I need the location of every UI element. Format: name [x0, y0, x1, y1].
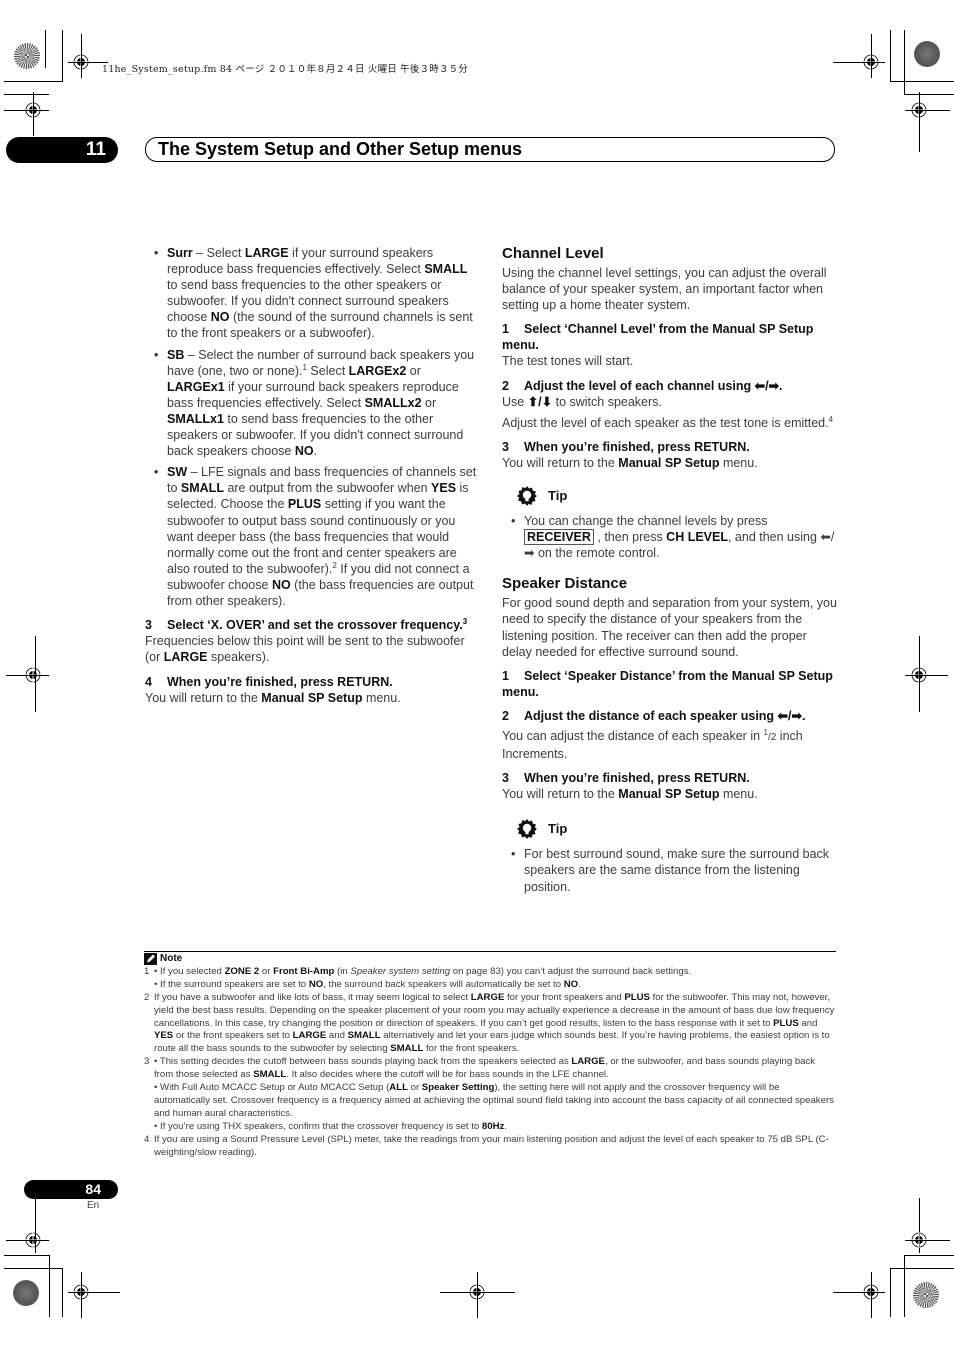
- crop-line: [33, 92, 34, 136]
- step-body: You will return to the Manual SP Setup m…: [145, 691, 401, 706]
- tip-item: You can change the channel levels by pre…: [502, 513, 838, 561]
- section-heading-channel-level: Channel Level: [502, 245, 604, 262]
- section-intro: For good sound depth and separation from…: [502, 596, 837, 659]
- lightbulb-gear-icon: [517, 486, 537, 507]
- tip-list: For best surround sound, make sure the s…: [502, 846, 838, 894]
- color-bar-starburst-icon: [913, 1282, 939, 1308]
- color-bar-starburst-icon: [14, 43, 40, 69]
- crop-line: [890, 1268, 954, 1269]
- crop-line: [833, 62, 885, 63]
- bullet-surr: Surr – Select LARGE if your surround spe…: [145, 245, 481, 342]
- crop-line: [904, 1255, 954, 1256]
- footnote-3: 3 • This setting decides the cutoff betw…: [144, 1056, 834, 1132]
- step-heading: 3 When you’re finished, press RETURN.: [502, 771, 750, 786]
- crop-line: [62, 30, 63, 82]
- chapter-number-tab: 11: [6, 137, 118, 163]
- crop-line: [6, 1240, 49, 1241]
- crop-line: [4, 1268, 63, 1269]
- footnote-4: 4 If you are using a Sound Pressure Leve…: [144, 1133, 829, 1158]
- step-body: You will return to the Manual SP Setup m…: [502, 787, 758, 802]
- step-body: Adjust the level of each speaker as the …: [502, 414, 834, 430]
- crop-line: [81, 34, 82, 78]
- receiver-key-label: RECEIVER: [524, 529, 594, 546]
- footnote-ref: 3: [462, 616, 468, 626]
- bullet-sb: SB – Select the number of surround back …: [145, 347, 481, 460]
- crop-line: [905, 675, 948, 676]
- crop-line: [45, 30, 46, 68]
- step-body: The test tones will start.: [502, 354, 634, 369]
- step-heading: 1 Select ‘Speaker Distance’ from the Manu…: [502, 668, 833, 699]
- page-number-tab: 84: [24, 1180, 118, 1199]
- tip-item: For best surround sound, make sure the s…: [502, 846, 838, 894]
- crop-line: [904, 30, 905, 95]
- tip-heading: Tip: [516, 818, 838, 840]
- crop-line: [919, 636, 920, 712]
- crop-line: [919, 92, 920, 152]
- note-heading: Note: [144, 953, 836, 966]
- crop-line: [905, 110, 950, 111]
- crop-line: [4, 81, 63, 82]
- footnote-ref: 4: [828, 414, 834, 424]
- crop-line: [871, 1272, 872, 1318]
- section-intro: Using the channel level settings, you ca…: [502, 266, 827, 313]
- step-body: You will return to the Manual SP Setup m…: [502, 455, 758, 470]
- step-body: Frequencies below this point will be sen…: [145, 634, 465, 665]
- step-heading: 1 Select ‘Channel Level’ from the Manual …: [502, 322, 814, 353]
- crop-line: [904, 1255, 905, 1317]
- crop-line: [905, 1240, 950, 1241]
- crop-line: [49, 1255, 50, 1317]
- crop-line: [62, 1268, 63, 1317]
- crop-line: [890, 1268, 891, 1317]
- tip-heading: Tip: [516, 485, 838, 507]
- crop-line: [4, 1255, 49, 1256]
- crop-line: [35, 636, 36, 712]
- color-bar-dot-icon: [914, 41, 940, 67]
- step-heading: 2 Adjust the distance of each speaker usi…: [502, 708, 806, 723]
- page-language: En: [87, 1200, 100, 1211]
- notes-divider: [144, 951, 836, 952]
- step-heading: 3 Select ‘X. OVER’ and set the crossover …: [145, 616, 468, 633]
- crop-line: [81, 1272, 82, 1318]
- crop-line: [890, 30, 891, 82]
- crop-line: [871, 34, 872, 78]
- footnote-1: 1 • If you selected ZONE 2 or Front Bi-A…: [144, 965, 692, 990]
- crop-line: [890, 81, 954, 82]
- right-column: Channel Level Using the channel level se…: [502, 245, 838, 900]
- crop-line: [904, 94, 954, 95]
- up-down-arrow-icon: ⬆/⬇: [527, 394, 553, 409]
- footnote-2: 2 If you have a subwoofer and like lots …: [144, 991, 835, 1055]
- speaker-bullet-list: Surr – Select LARGE if your surround spe…: [145, 245, 481, 609]
- crop-line: [477, 1272, 478, 1318]
- chapter-title: The System Setup and Other Setup menus: [145, 137, 835, 162]
- step-heading: 4 When you’re finished, press RETURN.: [145, 675, 393, 690]
- notes-section: Note 1 • If you selected ZONE 2 or Front…: [144, 953, 836, 1160]
- file-meta-line: 11he_System_setup.fm 84 ページ ２０１０年８月２４日 火…: [102, 64, 469, 75]
- step-heading: 3 When you’re finished, press RETURN.: [502, 439, 750, 454]
- crop-line: [6, 675, 49, 676]
- left-column: Surr – Select LARGE if your surround spe…: [145, 245, 481, 707]
- lightbulb-gear-icon: [517, 819, 537, 840]
- pencil-note-icon: [144, 953, 157, 966]
- step-body: You can adjust the distance of each spea…: [502, 727, 803, 762]
- step-heading: 2 Adjust the level of each channel using …: [502, 378, 783, 393]
- tip-list: You can change the channel levels by pre…: [502, 513, 838, 561]
- crop-line: [833, 1292, 885, 1293]
- bullet-sw: SW – LFE signals and bass frequencies of…: [145, 464, 481, 609]
- crop-line: [4, 110, 49, 111]
- section-heading-speaker-distance: Speaker Distance: [502, 575, 628, 593]
- step-body: Use ⬆/⬇ to switch speakers.: [502, 394, 662, 409]
- crop-line: [68, 1292, 120, 1293]
- crop-line: [4, 94, 49, 95]
- color-bar-dot-icon: [13, 1280, 39, 1306]
